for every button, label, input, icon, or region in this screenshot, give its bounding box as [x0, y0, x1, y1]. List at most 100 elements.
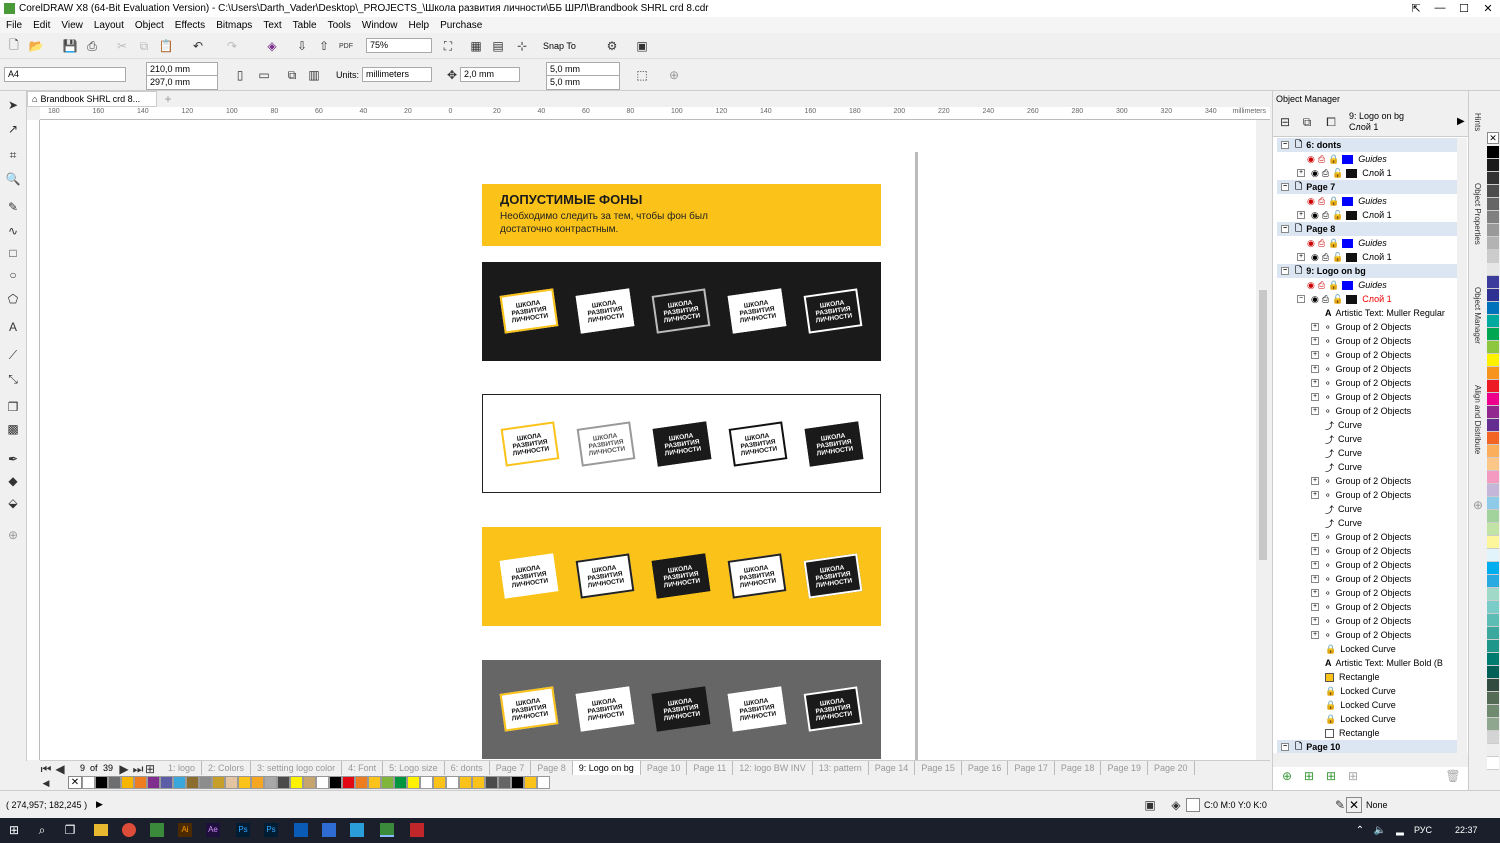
- object-tree-row[interactable]: 🔒 Locked Curve: [1277, 712, 1457, 726]
- expand-toggle-icon[interactable]: −: [1281, 225, 1289, 233]
- school-logo[interactable]: ШКОЛА РАЗВИТИЯ ЛИЧНОСТИ: [575, 288, 635, 334]
- vertical-palette-swatch[interactable]: [1487, 744, 1499, 757]
- document-tab[interactable]: ⌂ Brandbook SHRL crd 8...: [27, 91, 157, 107]
- object-tree-row[interactable]: 🔒 Locked Curve: [1277, 698, 1457, 712]
- school-logo[interactable]: ШКОЛА РАЗВИТИЯ ЛИЧНОСТИ: [499, 553, 559, 599]
- visibility-eye-icon[interactable]: ◉: [1307, 280, 1315, 291]
- show-object-properties-icon[interactable]: ⊟: [1277, 114, 1293, 130]
- palette-swatch[interactable]: [381, 776, 394, 789]
- undo-icon[interactable]: ↶: [190, 38, 206, 54]
- object-tree-row[interactable]: + ⚬ Group of 2 Objects: [1277, 572, 1457, 586]
- object-manager-hscrollbar[interactable]: [1273, 753, 1469, 767]
- object-tree-row[interactable]: + ⚬ Group of 2 Objects: [1277, 404, 1457, 418]
- eyedropper-tool-icon[interactable]: ✒: [5, 451, 21, 467]
- page-tab[interactable]: 6: donts: [445, 761, 490, 776]
- delete-icon[interactable]: 🗑: [1445, 768, 1461, 784]
- menu-help[interactable]: Help: [409, 20, 430, 31]
- vertical-palette-swatch[interactable]: [1487, 159, 1499, 172]
- restore-icon[interactable]: ⇱: [1404, 0, 1428, 16]
- object-tree-row[interactable]: − 🗋 Page 8: [1277, 222, 1457, 236]
- vertical-palette-swatch[interactable]: [1487, 653, 1499, 666]
- object-tree-row[interactable]: + ⚬ Group of 2 Objects: [1277, 628, 1457, 642]
- nudge-distance-field[interactable]: 2,0 mm: [460, 67, 520, 82]
- expand-toggle-icon[interactable]: −: [1281, 141, 1289, 149]
- palette-swatch[interactable]: [524, 776, 537, 789]
- add-docker-icon[interactable]: ⊕: [1470, 497, 1486, 513]
- ellipse-tool-icon[interactable]: ○: [5, 267, 21, 283]
- vertical-palette-swatch[interactable]: [1487, 458, 1499, 471]
- document-color-settings-icon[interactable]: ▣: [1142, 797, 1158, 813]
- save-icon[interactable]: 💾: [62, 38, 78, 54]
- object-tree-row[interactable]: + ⚬ Group of 2 Objects: [1277, 348, 1457, 362]
- treat-as-filled-icon[interactable]: ⬚: [634, 67, 650, 83]
- lock-icon[interactable]: 🔒: [1328, 280, 1339, 291]
- vertical-scroll-thumb[interactable]: [1259, 290, 1267, 560]
- page-tab[interactable]: Page 18: [1055, 761, 1102, 776]
- palette-swatch[interactable]: [537, 776, 550, 789]
- vertical-palette-swatch[interactable]: [1487, 757, 1499, 770]
- page-size-select[interactable]: A4: [4, 67, 126, 82]
- school-logo[interactable]: ШКОЛА РАЗВИТИЯ ЛИЧНОСТИ: [499, 288, 559, 334]
- expand-toggle-icon[interactable]: +: [1311, 351, 1319, 359]
- vertical-palette-swatch[interactable]: [1487, 484, 1499, 497]
- palette-swatch[interactable]: [186, 776, 199, 789]
- pdf-reader-icon[interactable]: [410, 823, 424, 837]
- portrait-icon[interactable]: ▯: [232, 67, 248, 83]
- object-tree-row[interactable]: + ⚬ Group of 2 Objects: [1277, 614, 1457, 628]
- vertical-palette-swatch[interactable]: [1487, 432, 1499, 445]
- palette-swatch[interactable]: [121, 776, 134, 789]
- page-tab[interactable]: 3: setting logo color: [251, 761, 343, 776]
- menu-table[interactable]: Table: [293, 20, 317, 31]
- expand-toggle-icon[interactable]: +: [1311, 379, 1319, 387]
- school-logo[interactable]: ШКОЛА РАЗВИТИЯ ЛИЧНОСТИ: [803, 686, 863, 732]
- edit-across-layers-icon[interactable]: ⧉: [1299, 114, 1315, 130]
- vertical-palette-swatch[interactable]: [1487, 575, 1499, 588]
- vertical-palette-swatch[interactable]: [1487, 146, 1499, 159]
- page-tab[interactable]: 13: pattern: [813, 761, 869, 776]
- guidelines-icon[interactable]: ⊹: [514, 38, 530, 54]
- vertical-palette-swatch[interactable]: [1487, 640, 1499, 653]
- lock-icon[interactable]: 🔒: [1328, 154, 1339, 165]
- drawing-canvas[interactable]: ДОПУСТИМЫЕ ФОНЫ Необходимо следить за те…: [40, 120, 1256, 760]
- landscape-icon[interactable]: ▭: [256, 67, 272, 83]
- palette-swatch[interactable]: [147, 776, 160, 789]
- illustrator-icon[interactable]: Ai: [178, 823, 192, 837]
- pick-tool-icon[interactable]: ➤: [5, 97, 21, 113]
- palette-swatch[interactable]: [290, 776, 303, 789]
- minimize-button[interactable]: —: [1428, 0, 1452, 16]
- fill-bucket-icon[interactable]: ◈: [1168, 797, 1184, 813]
- palette-swatch[interactable]: [394, 776, 407, 789]
- coreldraw-taskbar-icon[interactable]: [150, 823, 164, 837]
- object-tree-row[interactable]: + ⚬ Group of 2 Objects: [1277, 544, 1457, 558]
- school-logo[interactable]: ШКОЛА РАЗВИТИЯ ЛИЧНОСТИ: [803, 553, 863, 599]
- menu-file[interactable]: File: [6, 20, 22, 31]
- palette-swatch[interactable]: [225, 776, 238, 789]
- expand-toggle-icon[interactable]: −: [1281, 267, 1289, 275]
- palette-swatch[interactable]: [212, 776, 225, 789]
- object-tree-row[interactable]: Rectangle: [1277, 726, 1457, 740]
- coreldraw-active-icon[interactable]: [380, 823, 394, 837]
- visibility-eye-icon[interactable]: ◉: [1307, 154, 1315, 165]
- app-icon-cyan[interactable]: [350, 823, 364, 837]
- ruler-origin[interactable]: [27, 107, 40, 120]
- transparency-tool-icon[interactable]: ▩: [5, 421, 21, 437]
- school-logo[interactable]: ШКОЛА РАЗВИТИЯ ЛИЧНОСТИ: [651, 288, 711, 334]
- vertical-palette-swatch[interactable]: [1487, 315, 1499, 328]
- full-screen-icon[interactable]: ▦: [468, 38, 484, 54]
- school-logo[interactable]: ШКОЛА РАЗВИТИЯ ЛИЧНОСТИ: [651, 553, 711, 599]
- vertical-palette-swatch[interactable]: [1487, 445, 1499, 458]
- object-tree-row[interactable]: ⤴ Curve: [1277, 502, 1457, 516]
- artistic-media-tool-icon[interactable]: ∿: [5, 223, 21, 239]
- palette-swatch[interactable]: [303, 776, 316, 789]
- object-manager-scrollbar[interactable]: [1457, 138, 1467, 753]
- dock-tab-align-distribute[interactable]: Align and Distribute: [1473, 385, 1482, 454]
- object-tree-row[interactable]: − 🗋 Page 7: [1277, 180, 1457, 194]
- search-content-icon[interactable]: ◈: [264, 38, 280, 54]
- palette-swatch[interactable]: [277, 776, 290, 789]
- menu-view[interactable]: View: [61, 20, 83, 31]
- vertical-palette-swatch[interactable]: [1487, 510, 1499, 523]
- palette-scroll-left-icon[interactable]: ◀: [40, 775, 52, 791]
- object-tree-row[interactable]: + ⚬ Group of 2 Objects: [1277, 586, 1457, 600]
- publish-pdf-icon[interactable]: PDF: [338, 38, 354, 54]
- menu-purchase[interactable]: Purchase: [440, 20, 482, 31]
